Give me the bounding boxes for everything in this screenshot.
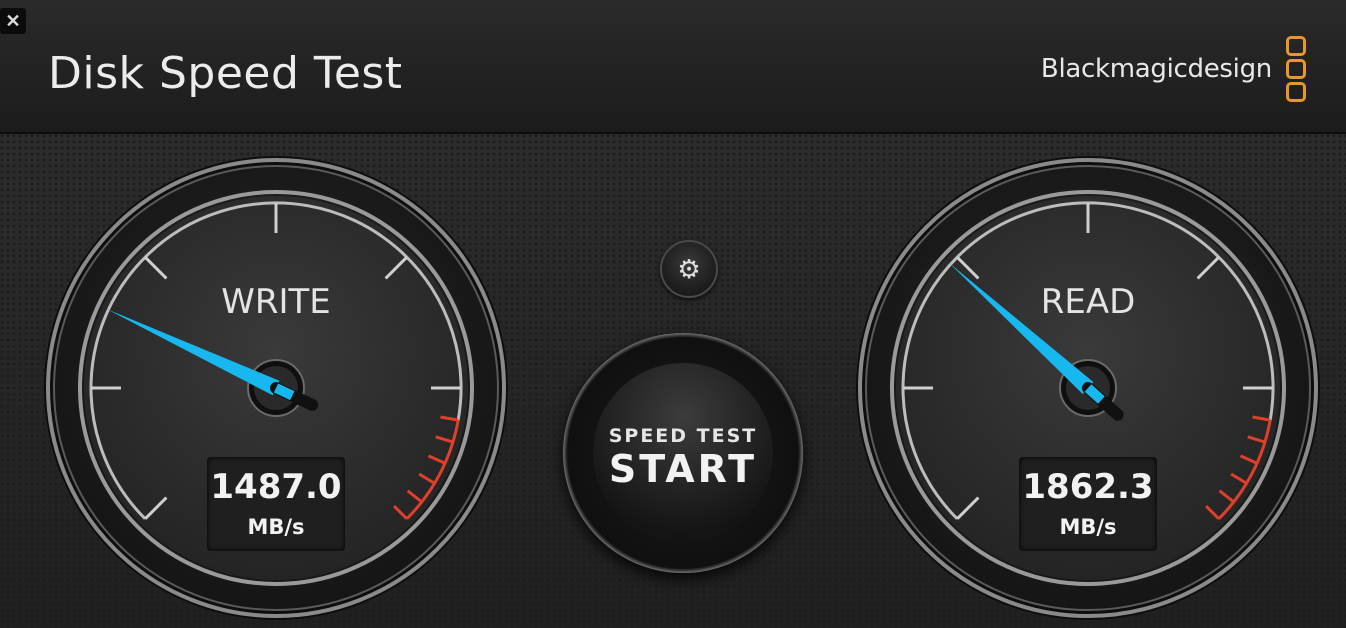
- settings-button[interactable]: ⚙: [660, 240, 718, 298]
- write-speed-value: 1487.0: [210, 467, 342, 507]
- read-speed-value: 1862.3: [1022, 467, 1154, 507]
- gear-icon: ⚙: [677, 253, 701, 284]
- start-button-caption: SPEED TEST: [608, 425, 758, 447]
- read-readout: 1862.3 MB/s: [1019, 457, 1157, 551]
- write-gauge: [44, 156, 508, 620]
- write-speed-unit: MB/s: [247, 515, 305, 539]
- brand-logo-icon: [1286, 36, 1308, 108]
- speed-test-start-button[interactable]: SPEED TEST START: [563, 333, 803, 573]
- app-title: Disk Speed Test: [48, 48, 403, 99]
- close-button[interactable]: ✕: [0, 8, 26, 34]
- read-gauge: [856, 156, 1320, 620]
- brand-name: Blackmagicdesign: [1040, 54, 1272, 84]
- write-readout: 1487.0 MB/s: [207, 457, 345, 551]
- title-bar: ✕ Disk Speed Test Blackmagicdesign: [0, 0, 1346, 134]
- start-button-label: START: [608, 447, 758, 491]
- write-gauge-label: WRITE: [221, 282, 331, 322]
- read-speed-unit: MB/s: [1059, 515, 1117, 539]
- gauge-needle-base: [273, 383, 295, 401]
- read-gauge-label: READ: [1040, 282, 1136, 322]
